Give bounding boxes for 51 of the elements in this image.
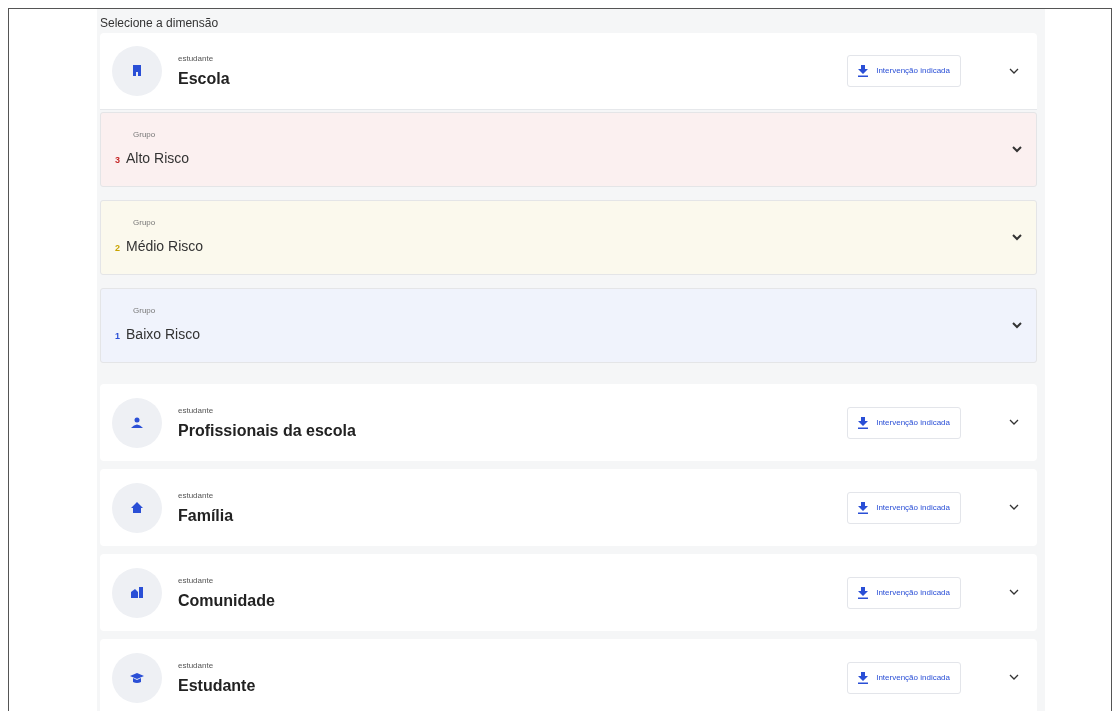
graduation-cap-icon (130, 670, 144, 685)
group-name: Baixo Risco (126, 325, 200, 344)
download-icon (858, 416, 869, 429)
dimension-subtitle: estudante (178, 405, 215, 416)
chevron-down-icon[interactable] (1009, 674, 1019, 681)
chevron-down-icon[interactable] (1009, 589, 1019, 596)
group-name: Alto Risco (126, 149, 190, 168)
group-name: Médio Risco (126, 237, 204, 256)
dimension-title: Escola (178, 70, 231, 88)
download-button[interactable]: Intervenção indicada (847, 576, 961, 609)
dimension-card[interactable]: estudante Comunidade Intervenção indicada (100, 554, 1037, 631)
dimension-title: Estudante (178, 676, 257, 695)
group-label: Grupo (133, 306, 157, 316)
download-icon (858, 671, 869, 684)
download-icon (858, 501, 869, 514)
download-button[interactable]: Intervenção indicada (847, 55, 961, 87)
group-label: Grupo (133, 218, 157, 228)
download-button[interactable]: Intervenção indicada (847, 406, 961, 439)
school-icon (130, 64, 144, 78)
chevron-down-icon[interactable] (1012, 234, 1022, 241)
chevron-down-icon[interactable] (1012, 146, 1022, 153)
chevron-down-icon[interactable] (1009, 504, 1019, 511)
dimension-title: Família (178, 506, 235, 525)
buildings-icon (130, 585, 144, 600)
download-button[interactable]: Intervenção indicada (847, 661, 961, 694)
dimension-subtitle: estudante (178, 490, 215, 501)
dimension-card[interactable]: estudante Estudante Intervenção indicada (100, 639, 1037, 711)
people-icon (130, 415, 144, 430)
chevron-down-icon[interactable] (1012, 322, 1022, 329)
group-count: 3 (115, 154, 120, 167)
dimension-card[interactable]: estudante Profissionais da escola Intervenção indicada (100, 384, 1037, 461)
chevron-down-icon[interactable] (1009, 419, 1019, 426)
risk-group-row[interactable]: Grupo 1 Baixo Risco (100, 288, 1037, 363)
download-icon (858, 586, 869, 599)
group-label: Grupo (133, 130, 157, 140)
dimension-title: Profissionais da escola (178, 421, 357, 440)
download-button[interactable]: Intervenção indicada (847, 491, 961, 524)
home-icon (130, 500, 144, 515)
group-count: 1 (115, 330, 120, 343)
risk-group-row[interactable]: Grupo 2 Médio Risco (100, 200, 1037, 275)
dimension-subtitle: estudante (178, 54, 215, 64)
dimension-title: Comunidade (178, 591, 276, 610)
dimension-subtitle: estudante (178, 660, 215, 671)
dimension-card[interactable]: estudante Família Intervenção indicada (100, 469, 1037, 546)
section-heading: Selecione a dimensão (100, 15, 220, 32)
dimension-card[interactable]: estudante Escola Intervenção indicada (100, 33, 1037, 110)
group-count: 2 (115, 242, 120, 255)
chevron-down-icon[interactable] (1009, 67, 1019, 75)
risk-group-row[interactable]: Grupo 3 Alto Risco (100, 112, 1037, 187)
download-icon (858, 65, 869, 77)
dimension-subtitle: estudante (178, 575, 215, 586)
